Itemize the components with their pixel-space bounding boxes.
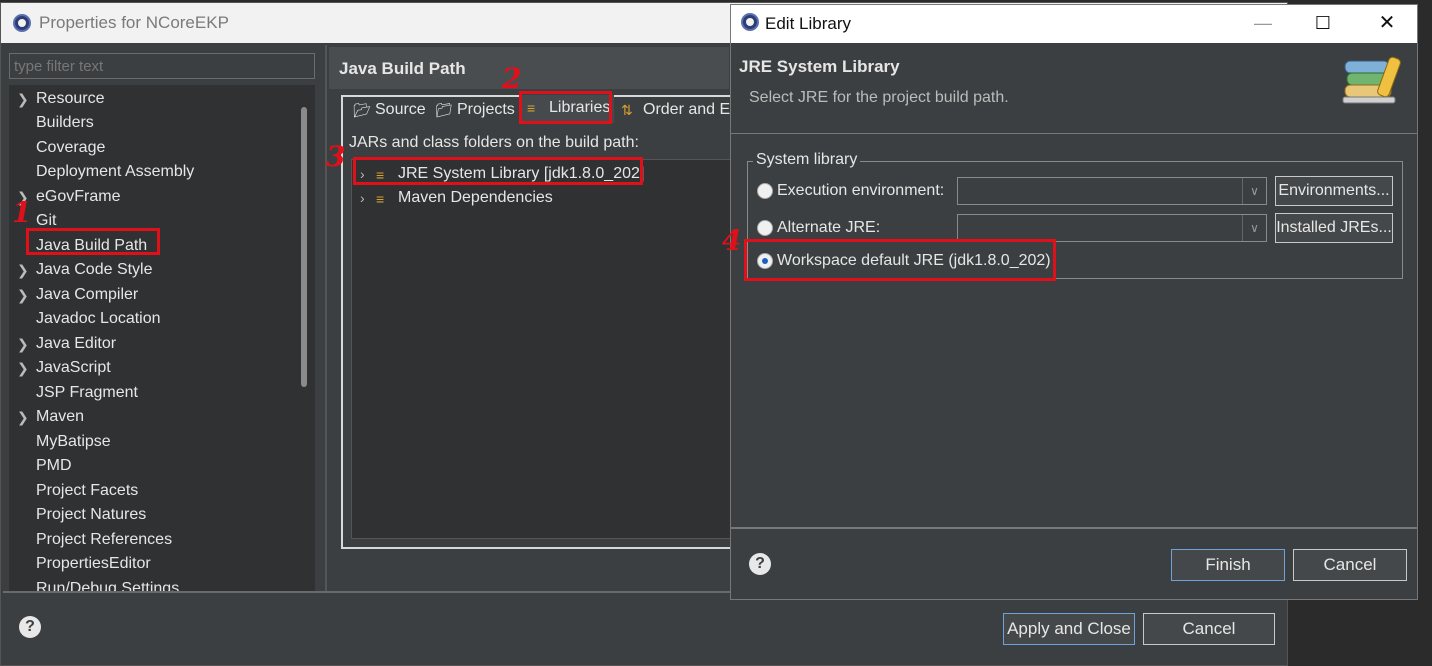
nav-item-label: Project References bbox=[36, 531, 173, 548]
nav-item-label: PMD bbox=[36, 457, 72, 474]
tab-label: Order and E bbox=[643, 101, 731, 118]
nav-item-label: Javadoc Location bbox=[36, 310, 161, 327]
edit-library-titlebar[interactable]: Edit Library — ☐ ✕ bbox=[731, 5, 1417, 43]
chevron-right-icon[interactable]: ❯ bbox=[17, 332, 29, 356]
filter-input[interactable] bbox=[9, 53, 315, 79]
dialog-footer-divider bbox=[731, 527, 1417, 529]
banner-subtitle: Select JRE for the project build path. bbox=[749, 89, 1009, 106]
nav-item-label: Java Code Style bbox=[36, 261, 153, 278]
tab-label: Source bbox=[375, 101, 426, 118]
chevron-right-icon[interactable]: › bbox=[360, 186, 365, 210]
order-export-icon: ⇅ bbox=[621, 102, 633, 118]
source-folder-icon: 📂︎ bbox=[353, 102, 371, 118]
environments-button[interactable]: Environments... bbox=[1275, 176, 1393, 206]
nav-item-label: Maven bbox=[36, 408, 85, 425]
annotation-step-1: 1 bbox=[12, 196, 32, 229]
option-label: Execution environment: bbox=[777, 182, 945, 199]
page-title: Java Build Path bbox=[339, 59, 466, 78]
banner-divider bbox=[731, 133, 1417, 134]
alternate-jre-radio[interactable] bbox=[757, 220, 773, 236]
execution-environment-combo[interactable]: ∨ bbox=[957, 177, 1267, 205]
build-path-caption: JARs and class folders on the build path… bbox=[349, 134, 639, 151]
nav-item-label: Deployment Assembly bbox=[36, 163, 195, 180]
property-nav-tree[interactable]: ❯ Resource Builders Coverage Deployment … bbox=[9, 85, 315, 593]
option-label: Alternate JRE: bbox=[777, 219, 881, 236]
nav-item-label: Java Compiler bbox=[36, 286, 139, 303]
chevron-right-icon[interactable]: ❯ bbox=[17, 258, 29, 282]
nav-item-label: JSP Fragment bbox=[36, 384, 138, 401]
help-icon[interactable]: ? bbox=[749, 553, 771, 575]
tab-source[interactable]: 📂︎ Source bbox=[347, 97, 426, 125]
properties-cancel-button[interactable]: Cancel bbox=[1143, 613, 1275, 645]
chevron-down-icon[interactable]: ∨ bbox=[1242, 215, 1266, 241]
dialog-banner: JRE System Library Select JRE for the pr… bbox=[731, 43, 1417, 131]
installed-jres-button[interactable]: Installed JREs... bbox=[1275, 213, 1393, 243]
annotation-step-2: 2 bbox=[502, 62, 522, 95]
close-button[interactable]: ✕ bbox=[1367, 9, 1407, 37]
tab-projects[interactable]: 📁︎ Projects bbox=[429, 97, 515, 125]
chevron-down-icon[interactable]: ∨ bbox=[1242, 178, 1266, 204]
highlight-libraries-tab bbox=[519, 91, 612, 124]
nav-item-label: JavaScript bbox=[36, 359, 111, 376]
nav-item-label: Resource bbox=[36, 90, 105, 107]
help-icon[interactable]: ? bbox=[19, 616, 41, 638]
nav-item-label: Project Facets bbox=[36, 482, 139, 499]
minimize-button[interactable]: — bbox=[1243, 9, 1283, 37]
annotation-step-4: 4 bbox=[722, 224, 742, 257]
alternate-jre-combo[interactable]: ∨ bbox=[957, 214, 1267, 242]
apply-and-close-button[interactable]: Apply and Close bbox=[1003, 613, 1135, 645]
tab-order-and-export[interactable]: ⇅ Order and E bbox=[615, 97, 730, 125]
nav-item-label: eGovFrame bbox=[36, 188, 121, 205]
library-jar-icon: ≡ bbox=[376, 191, 385, 207]
nav-item-label: Builders bbox=[36, 114, 94, 131]
properties-window-title: Properties for NCoreEKP bbox=[39, 13, 229, 32]
banner-title: JRE System Library bbox=[739, 57, 900, 76]
edit-library-dialog: Edit Library — ☐ ✕ JRE System Library Se… bbox=[730, 4, 1418, 600]
annotation-step-3: 3 bbox=[326, 140, 346, 173]
library-books-icon bbox=[1342, 56, 1401, 104]
library-label: Maven Dependencies bbox=[398, 189, 553, 206]
execution-environment-radio[interactable] bbox=[757, 183, 773, 199]
nav-item-label: Coverage bbox=[36, 139, 106, 156]
dialog-cancel-button[interactable]: Cancel bbox=[1293, 549, 1407, 581]
highlight-java-build-path bbox=[26, 228, 160, 255]
chevron-right-icon[interactable]: ❯ bbox=[17, 405, 29, 429]
libraries-tree[interactable]: › ≡ JRE System Library [jdk1.8.0_202] › … bbox=[351, 159, 731, 539]
chevron-right-icon[interactable]: ❯ bbox=[17, 87, 29, 111]
nav-item-label: Project Natures bbox=[36, 506, 147, 523]
pane-divider[interactable] bbox=[325, 45, 327, 593]
tab-label: Projects bbox=[457, 101, 515, 118]
maximize-button[interactable]: ☐ bbox=[1303, 9, 1343, 37]
projects-icon: 📁︎ bbox=[435, 102, 453, 118]
highlight-jre-system-library bbox=[353, 157, 643, 185]
edit-library-title: Edit Library bbox=[765, 14, 851, 33]
nav-scrollbar-thumb[interactable] bbox=[301, 107, 307, 387]
nav-item-label: MyBatipse bbox=[36, 433, 111, 450]
eclipse-app-icon bbox=[13, 14, 31, 32]
nav-item-label: Java Editor bbox=[36, 335, 117, 352]
eclipse-app-icon bbox=[741, 13, 759, 31]
highlight-workspace-default-jre bbox=[744, 239, 1056, 281]
finish-button[interactable]: Finish bbox=[1171, 549, 1285, 581]
chevron-right-icon[interactable]: ❯ bbox=[17, 283, 29, 307]
nav-item-label: PropertiesEditor bbox=[36, 555, 151, 572]
system-library-group-label: System library bbox=[753, 151, 861, 169]
page-header: Java Build Path bbox=[329, 47, 729, 89]
chevron-right-icon[interactable]: ❯ bbox=[17, 356, 29, 380]
